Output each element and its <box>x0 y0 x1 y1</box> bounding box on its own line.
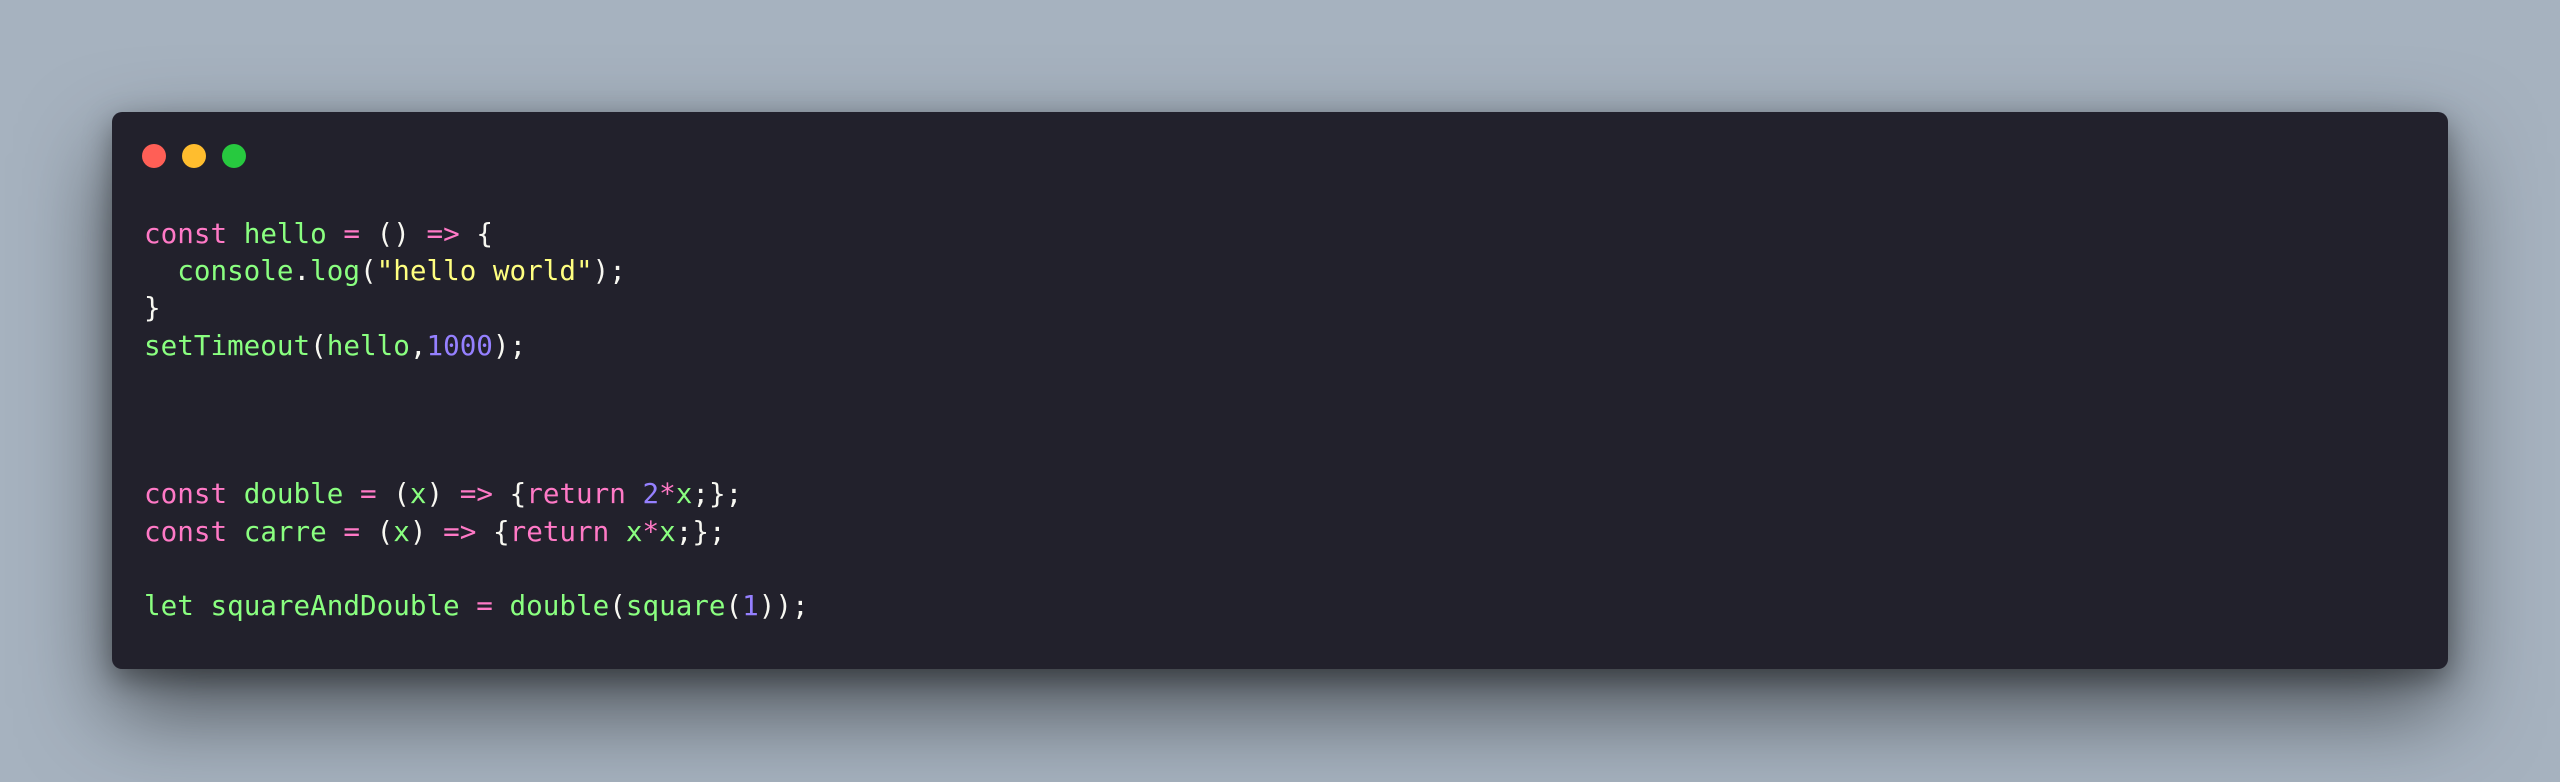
minimize-button[interactable] <box>182 144 206 168</box>
code-editor[interactable]: const hello = () => { console.log("hello… <box>144 215 809 624</box>
code-token: ( <box>725 588 743 622</box>
maximize-button[interactable] <box>222 144 246 168</box>
close-button[interactable] <box>142 144 166 168</box>
code-token: x <box>659 514 676 548</box>
code-token: => <box>443 514 477 548</box>
code-token: * <box>642 514 660 548</box>
code-token: ) <box>409 514 444 548</box>
code-token: ;}; <box>692 477 743 511</box>
code-token: => <box>426 217 460 250</box>
code-token: x <box>675 477 693 511</box>
code-token: ( <box>310 328 327 362</box>
code-line: ​ <box>144 438 809 475</box>
code-token: ( <box>609 588 626 622</box>
code-line: ​ <box>144 550 809 587</box>
code-token: ); <box>492 328 527 362</box>
code-token: double <box>243 477 344 511</box>
code-window: const hello = () => { console.log("hello… <box>112 112 2448 669</box>
code-token: "hello world" <box>376 254 593 288</box>
code-token: 1000 <box>426 328 493 362</box>
code-token: { <box>459 217 493 250</box>
code-token: ( <box>376 477 410 511</box>
code-token: console <box>177 254 294 288</box>
code-token: ( <box>360 514 394 548</box>
code-token: x <box>409 477 427 511</box>
code-token: let <box>144 588 194 622</box>
code-line: let squareAndDouble = double(square(1)); <box>144 587 809 624</box>
code-token: () <box>360 217 427 250</box>
code-token: 1 <box>742 588 759 622</box>
code-token: return <box>526 477 626 511</box>
code-token: log <box>310 254 360 288</box>
code-token: x <box>393 514 410 548</box>
code-token: square <box>625 588 726 622</box>
code-token: = <box>360 477 377 511</box>
code-token: ( <box>360 254 377 288</box>
code-token: ); <box>592 254 626 288</box>
code-token: = <box>343 514 361 548</box>
code-line: const carre = (x) => {return x*x;}; <box>144 513 809 550</box>
code-token: squareAndDouble <box>210 588 460 622</box>
code-token: { <box>476 514 510 548</box>
code-line: ​ <box>144 364 809 401</box>
code-token: double <box>509 588 610 622</box>
code-line: const double = (x) => {return 2*x;}; <box>144 475 809 512</box>
code-token: = <box>343 217 361 250</box>
code-token: * <box>659 477 676 511</box>
code-token: ;}; <box>675 514 726 548</box>
code-line: } <box>144 289 809 326</box>
code-token: { <box>492 477 527 511</box>
code-token: ) <box>426 477 460 511</box>
code-token: = <box>476 588 493 622</box>
code-token: return <box>509 514 610 548</box>
window-controls <box>142 144 246 168</box>
code-token: => <box>459 477 493 511</box>
code-token: carre <box>243 514 327 548</box>
code-line: const hello = () => { <box>144 215 809 252</box>
code-token: setTimeout <box>144 328 311 362</box>
code-line: ​ <box>144 401 809 438</box>
code-token: . <box>293 254 311 288</box>
code-token: )); <box>758 588 809 622</box>
code-token: } <box>144 291 161 325</box>
code-token: hello <box>326 328 410 362</box>
code-line: console.log("hello world"); <box>144 252 809 289</box>
code-token: const <box>144 217 228 250</box>
code-token: , <box>409 328 427 362</box>
code-token: const <box>144 514 228 548</box>
code-token: x <box>625 514 643 548</box>
code-token: const <box>144 477 228 511</box>
code-token: hello <box>243 217 327 250</box>
code-line: setTimeout(hello,1000); <box>144 327 809 364</box>
code-token: 2 <box>642 477 660 511</box>
